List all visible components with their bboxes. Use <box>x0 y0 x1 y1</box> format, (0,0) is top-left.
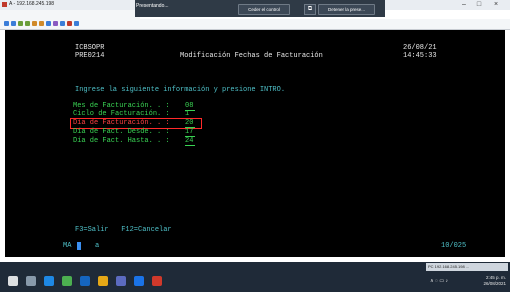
toolbar-help-icon[interactable] <box>74 21 79 26</box>
field-value-hasta[interactable]: 24 <box>185 137 193 145</box>
field-value-desde[interactable]: 17 <box>185 128 193 136</box>
screen-share-icon[interactable]: ⧉ <box>304 4 316 15</box>
menu-bar[interactable]: Archivo Editar Ver Comunicación Acciones… <box>0 10 140 24</box>
chrome-icon[interactable] <box>62 276 72 286</box>
app-icon-red[interactable] <box>152 276 162 286</box>
emulator-icon[interactable] <box>134 276 144 286</box>
field-underline <box>185 145 195 146</box>
field-label-desde: Día de Fact. Desde. . : <box>73 128 170 136</box>
system-date: 26/08/21 <box>403 44 437 52</box>
status-indicator: MA <box>63 242 72 250</box>
toolbar-print-icon[interactable] <box>18 21 23 26</box>
function-keys: F3=Salir F12=Cancelar <box>75 226 172 234</box>
teams-icon[interactable] <box>116 276 126 286</box>
toolbar-copy-icon[interactable] <box>4 21 9 26</box>
toolbar-stop-icon[interactable] <box>67 21 72 26</box>
clock-date: 26/08/2021 <box>483 281 506 286</box>
field-label-hasta: Día de Fact. Hasta. . : <box>73 137 170 145</box>
field-value-mes[interactable]: 08 <box>185 102 193 110</box>
start-icon[interactable] <box>8 276 18 286</box>
system-tray[interactable]: ∧ ◌ ▭ ♪ <box>430 278 448 284</box>
toolbar-macro-icon[interactable] <box>46 21 51 26</box>
edge-icon[interactable] <box>44 276 54 286</box>
mail-icon[interactable] <box>80 276 90 286</box>
give-control-button[interactable]: Ceder el control <box>238 4 290 15</box>
screen-title: Modificación Fechas de Facturación <box>180 52 323 60</box>
toolbar-keyboard-icon[interactable] <box>53 21 58 26</box>
close-icon[interactable]: × <box>490 0 502 9</box>
notification-tooltip: PC 192.168.245.198 ... <box>426 263 508 271</box>
toolbar-receive-icon[interactable] <box>32 21 37 26</box>
program-name: PRE0214 <box>75 52 105 60</box>
window-title: A - 192.168.245.198 <box>9 1 55 7</box>
clock-time: 2:45 p. m. <box>485 275 506 280</box>
toolbar-display-icon[interactable] <box>39 21 44 26</box>
status-mode: a <box>95 242 100 250</box>
field-label-mes: Mes de Facturación. . : <box>73 102 170 110</box>
minimize-icon[interactable]: – <box>458 0 470 9</box>
instruction-text: Ingrese la siguiente información y presi… <box>75 86 286 94</box>
presenting-label: Presentando... <box>136 3 169 9</box>
toolbar-paste-icon[interactable] <box>11 21 16 26</box>
toolbar-settings-icon[interactable] <box>60 21 65 26</box>
stop-presenting-button[interactable]: Detener la prese... <box>318 4 375 15</box>
search-icon[interactable] <box>26 276 36 286</box>
app-icon <box>2 2 7 7</box>
folder-icon[interactable] <box>98 276 108 286</box>
toolbar-send-icon[interactable] <box>25 21 30 26</box>
cursor-position: 10/025 <box>441 242 467 250</box>
field-value-ciclo[interactable]: 1 <box>185 110 189 118</box>
system-time: 14:45:33 <box>403 52 437 60</box>
terminal-screen[interactable]: ICBSOPR PRE0214 Modificación Fechas de F… <box>5 30 505 257</box>
field-label-ciclo: Ciclo de Facturación. : <box>73 110 170 118</box>
system-name: ICBSOPR <box>75 44 105 52</box>
text-cursor <box>77 242 81 250</box>
clock[interactable]: 2:45 p. m. 26/08/2021 <box>483 275 506 287</box>
maximize-icon[interactable]: □ <box>473 0 485 9</box>
